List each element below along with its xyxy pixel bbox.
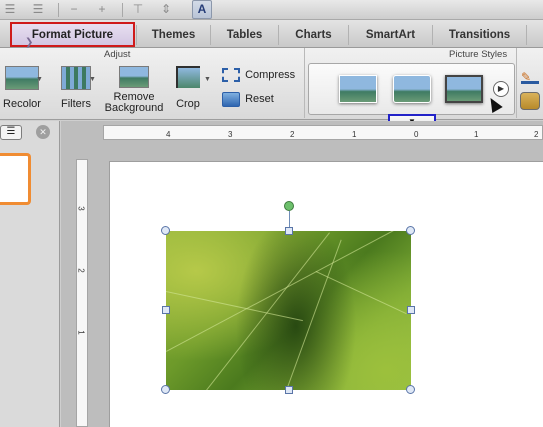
picture-style-1[interactable] — [339, 75, 377, 103]
crop-button[interactable]: Crop — [168, 66, 208, 110]
ruler-tick: 1 — [352, 130, 357, 139]
resize-handle-right[interactable] — [407, 306, 415, 314]
tab-label: Transitions — [448, 29, 511, 41]
filters-button[interactable]: Filters — [56, 66, 96, 110]
tab-charts[interactable]: Charts — [278, 25, 348, 45]
compress-icon — [222, 68, 240, 82]
picture-styles-group-title: Picture Styles — [449, 49, 508, 60]
tab-label: Charts — [295, 29, 332, 41]
ruler-tick: 2 — [290, 130, 295, 139]
increase-indent-icon[interactable]: ☰ — [30, 2, 46, 16]
tab-label: Themes — [151, 29, 196, 41]
ribbon-panel: Adjust Recolor ▼ Filters ▼ Remove Backgr… — [0, 48, 543, 120]
crop-icon — [176, 66, 200, 88]
resize-handle-bottom[interactable] — [285, 386, 293, 394]
line-spacing-icon[interactable]: ⇕ — [158, 2, 174, 16]
chevron-down-icon[interactable]: ▼ — [89, 76, 96, 83]
tab-tables[interactable]: Tables — [210, 25, 278, 45]
tab-smartart[interactable]: SmartArt — [348, 25, 432, 45]
decrease-indent-icon[interactable]: ☰ — [2, 2, 18, 16]
leaf-vein — [166, 291, 303, 322]
picture-effects-icon[interactable] — [520, 92, 540, 110]
crop-label: Crop — [176, 98, 200, 110]
toolbar-divider — [58, 3, 59, 17]
tab-label: Format Picture — [31, 29, 114, 41]
picture-styles-gallery: ▶ — [308, 63, 515, 115]
tab-themes[interactable]: Themes — [136, 25, 210, 45]
compress-label: Compress — [245, 68, 296, 81]
resize-handle-top-right[interactable] — [406, 226, 415, 235]
horizontal-ruler[interactable]: 4 3 2 1 0 1 2 — [103, 125, 543, 140]
resize-handle-left[interactable] — [162, 306, 170, 314]
ruler-tick: 1 — [474, 130, 479, 139]
chevron-down-icon[interactable]: ▼ — [36, 76, 43, 83]
picture-style-2[interactable] — [393, 75, 431, 103]
leaf-vein — [206, 232, 330, 390]
minus-icon[interactable]: − — [66, 2, 82, 16]
tab-overflow[interactable] — [526, 25, 543, 45]
outline-view-icon[interactable]: ☰ — [0, 125, 22, 140]
ruler-tick: 3 — [228, 130, 233, 139]
tab-format-picture[interactable]: ❯ Format Picture — [10, 22, 135, 48]
compress-button[interactable]: Compress — [222, 68, 302, 82]
picture-style-3[interactable] — [445, 75, 483, 103]
remove-background-icon — [119, 66, 149, 88]
filters-label: Filters — [61, 98, 91, 110]
resize-handle-bottom-right[interactable] — [406, 385, 415, 394]
plus-icon[interactable]: + — [94, 2, 110, 16]
align-top-icon[interactable]: ⊤ — [130, 2, 146, 16]
ruler-tick: 2 — [76, 268, 86, 273]
resize-handle-bottom-left[interactable] — [161, 385, 170, 394]
slide-thumbnail-pane: ☰ ✕ — [0, 121, 60, 427]
ruler-tick: 4 — [166, 130, 171, 139]
reset-button[interactable]: Reset — [222, 92, 302, 107]
ruler-tick: 2 — [534, 130, 539, 139]
tab-label: SmartArt — [365, 29, 416, 41]
tab-transitions[interactable]: Transitions — [432, 25, 526, 45]
group-divider — [516, 48, 517, 118]
remove-background-button[interactable]: Remove Background — [102, 66, 166, 114]
slide-thumbnail-selected[interactable] — [0, 153, 31, 205]
leaf-vein — [315, 271, 407, 315]
standard-toolbar: ☰ ☰ − + ⊤ ⇕ A — [0, 0, 543, 20]
rotate-handle[interactable] — [284, 201, 294, 211]
chevron-down-icon[interactable]: ▼ — [204, 76, 211, 83]
adjust-group-title: Adjust — [104, 49, 131, 60]
format-text-icon[interactable]: A — [192, 0, 212, 19]
tab-label: Tables — [226, 29, 263, 41]
recolor-label: Recolor — [3, 98, 41, 110]
ribbon-tabs: ❯ Format Picture Themes Tables Charts Sm… — [0, 20, 543, 48]
resize-handle-top[interactable] — [285, 227, 293, 235]
filters-icon — [61, 66, 91, 90]
ruler-tick: 3 — [76, 206, 86, 211]
reset-label: Reset — [245, 93, 274, 106]
vertical-ruler[interactable]: 3 2 1 — [76, 159, 88, 427]
leaf-picture[interactable] — [166, 231, 411, 390]
recolor-icon — [5, 66, 39, 90]
recolor-button[interactable]: Recolor — [0, 66, 44, 110]
picture-border-icon[interactable]: ✎ — [521, 70, 539, 84]
resize-handle-top-left[interactable] — [161, 226, 170, 235]
ruler-tick: 0 — [414, 130, 419, 139]
close-pane-icon[interactable]: ✕ — [36, 125, 50, 139]
ruler-tick: 1 — [76, 330, 86, 335]
toolbar-divider — [122, 3, 123, 17]
leaf-vein — [286, 239, 342, 390]
group-divider — [304, 48, 305, 118]
reset-icon — [222, 92, 240, 107]
remove-background-label-2: Background — [104, 102, 164, 114]
